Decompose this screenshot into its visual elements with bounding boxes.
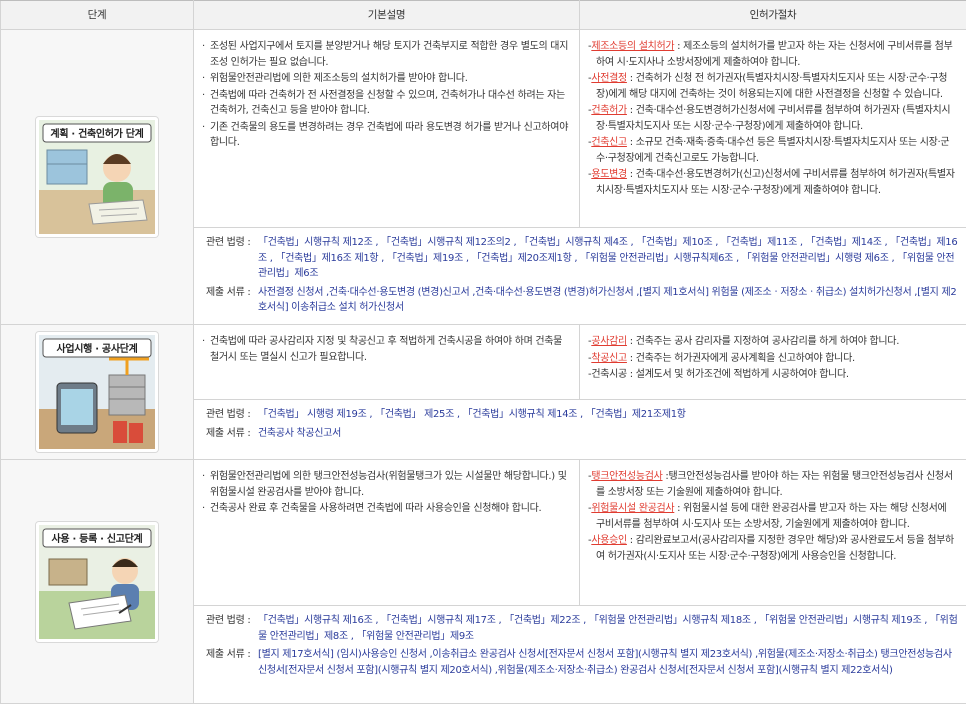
procedure-item: -사전결정 : 건축허가 신청 전 허가권자(특별자치시장·특별자치도지사 또는… xyxy=(588,73,948,100)
stage-illustration-planning: 계획 · 건축인허가 단계 xyxy=(36,117,158,237)
stage-label: 사용 · 등록 · 신고단계 xyxy=(52,532,143,545)
procedure-link[interactable]: 제조소등의 설치허가 xyxy=(591,41,674,52)
related-laws-value[interactable]: 「건축법」시행규칙 제12조 , 「건축법」시행규칙 제12조의2 , 「건축법… xyxy=(258,235,958,282)
procedure-link[interactable]: 탱크안전성능검사 xyxy=(591,471,663,482)
permit-procedure-table: 단계 기본설명 인허가절차 계획 · 건축인허가 단계 · 조성된 사업지구에서… xyxy=(0,0,966,704)
header-permit-procedure: 인허가절차 xyxy=(579,0,966,30)
related-laws-label: 관련 법령 : xyxy=(206,409,251,420)
description-item: 건축공사 완료 후 건축물을 사용하려면 건축법에 따라 사용승인을 신청해야 … xyxy=(202,501,571,517)
procedure-link[interactable]: 공사감리 xyxy=(591,336,627,347)
procedure-item: -건축신고 : 소규모 건축·재축·증축·대수선 등은 특별자치시장·특별자치도… xyxy=(588,137,950,164)
stage-label: 사업시행 · 공사단계 xyxy=(56,342,137,355)
procedure-link[interactable]: 사전결정 xyxy=(591,73,627,84)
required-documents-label: 제출 서류 : xyxy=(206,286,251,298)
stage-row-planning: 계획 · 건축인허가 단계 조성된 사업지구에서 토지를 분양받거나 해당 토지… xyxy=(0,29,966,325)
stage-cell: 사업시행 · 공사단계 xyxy=(0,324,194,460)
stage-cell: 사용 · 등록 · 신고단계 xyxy=(0,459,194,704)
stage-illustration-construction: 사업시행 · 공사단계 xyxy=(36,332,158,452)
related-laws-label: 관련 법령 : xyxy=(206,237,251,248)
stage-row-construction: 사업시행 · 공사단계 건축법에 따라 공사감리자 지정 및 착공신고 후 적법… xyxy=(0,324,966,460)
procedure-link[interactable]: 착공신고 xyxy=(591,353,627,364)
procedure-item: -건축허가 : 건축·대수선·용도변경허가신청서에 구비서류를 첨부하여 허가권… xyxy=(588,105,951,132)
required-documents-value[interactable]: [별지 제17호서식] (임시)사용승인 신청서 ,이송취급소 완공검사 신청서… xyxy=(258,647,958,678)
related-laws-value[interactable]: 「건축법」 시행령 제19조 , 「건축법」 제25조 , 「건축법」시행규칙 … xyxy=(258,407,958,423)
procedure-cell: -제조소등의 설치허가 : 제조소등의 설치허가를 받고자 하는 자는 신청서에… xyxy=(579,29,966,228)
procedure-item: -공사감리 : 건축주는 공사 감리자를 지정하여 공사감리를 하게 하여야 합… xyxy=(588,336,900,347)
procedure-cell: -공사감리 : 건축주는 공사 감리자를 지정하여 공사감리를 하게 하여야 합… xyxy=(579,324,966,400)
procedure-link[interactable]: 사용승인 xyxy=(591,535,627,546)
procedure-link[interactable]: 건축신고 xyxy=(591,137,627,148)
related-info-cell: 관련 법령 : 「건축법」시행규칙 제16조 , 「건축법」시행규칙 제17조 … xyxy=(193,605,966,704)
basic-description-cell: 위험물안전관리법에 의한 탱크안전성능검사(위험물탱크가 있는 시설물만 해당합… xyxy=(193,459,580,606)
procedure-item: -탱크안전성능검사 :탱크안전성능검사를 받아야 하는 자는 위험물 탱크안전성… xyxy=(588,471,953,498)
procedure-item: -건축시공 : 설계도서 및 허가조건에 적법하게 시공하여야 합니다. xyxy=(588,369,849,380)
description-item: 위험물안전관리법에 의한 제조소등의 설치허가를 받아야 합니다. xyxy=(202,71,571,87)
stage-label: 계획 · 건축인허가 단계 xyxy=(50,127,143,140)
required-documents-label: 제출 서류 : xyxy=(206,427,251,439)
description-item: 위험물안전관리법에 의한 탱크안전성능검사(위험물탱크가 있는 시설물만 해당합… xyxy=(202,469,571,500)
procedure-link[interactable]: 위험물시설 완공검사 xyxy=(591,503,674,514)
procedure-item: -위험물시설 완공검사 : 위험물시설 등에 대한 완공검사를 받고자 하는 자… xyxy=(588,503,947,530)
required-documents-value[interactable]: 사전결정 신청서 ,건축·대수선·용도변경 (변경)신고서 ,건축·대수선·용도… xyxy=(258,285,958,316)
header-basic-description: 기본설명 xyxy=(193,0,580,30)
stage-illustration-use: 사용 · 등록 · 신고단계 xyxy=(36,521,158,642)
procedure-cell: -탱크안전성능검사 :탱크안전성능검사를 받아야 하는 자는 위험물 탱크안전성… xyxy=(579,459,966,606)
required-documents-value[interactable]: 건축공사 착공신고서 xyxy=(258,426,958,442)
basic-description-cell: 조성된 사업지구에서 토지를 분양받거나 해당 토지가 건축부지로 적합한 경우… xyxy=(193,29,580,228)
description-item: 기존 건축물의 용도를 변경하려는 경우 건축법에 따라 용도변경 허가를 받거… xyxy=(202,120,571,151)
related-laws-value[interactable]: 「건축법」시행규칙 제16조 , 「건축법」시행규칙 제17조 , 「건축법」제… xyxy=(258,613,958,644)
header-stage: 단계 xyxy=(0,0,194,30)
procedure-item: -착공신고 : 건축주는 허가권자에게 공사계획을 신고하여야 합니다. xyxy=(588,352,855,364)
procedure-item: -제조소등의 설치허가 : 제조소등의 설치허가를 받고자 하는 자는 신청서에… xyxy=(588,41,953,68)
basic-description-cell: 건축법에 따라 공사감리자 지정 및 착공신고 후 적법하게 건축시공을 하여야… xyxy=(193,324,580,400)
related-info-cell: 관련 법령 : 「건축법」시행규칙 제12조 , 「건축법」시행규칙 제12조의… xyxy=(193,227,966,325)
description-item: 건축법에 따라 공사감리자 지정 및 착공신고 후 적법하게 건축시공을 하여야… xyxy=(202,334,571,365)
procedure-item: -용도변경 : 건축·대수선·용도변경허가(신고)신청서에 구비서류를 첨부하여… xyxy=(588,169,955,196)
related-info-cell: 관련 법령 : 「건축법」 시행령 제19조 , 「건축법」 제25조 , 「건… xyxy=(193,399,966,460)
required-documents-label: 제출 서류 : xyxy=(206,649,251,660)
stage-row-use-registration: 사용 · 등록 · 신고단계 위험물안전관리법에 의한 탱크안전성능검사(위험물… xyxy=(0,459,966,704)
stage-cell: 계획 · 건축인허가 단계 xyxy=(0,29,194,325)
procedure-link[interactable]: 건축허가 xyxy=(591,105,627,116)
description-item: 조성된 사업지구에서 토지를 분양받거나 해당 토지가 건축부지로 적합한 경우… xyxy=(202,39,571,70)
related-laws-label: 관련 법령 : xyxy=(206,615,251,626)
procedure-link[interactable]: 용도변경 xyxy=(591,169,627,180)
procedure-item: -사용승인 : 감리완료보고서(공사감리자를 지정한 경우만 해당)와 공사완료… xyxy=(588,535,954,562)
description-item: 건축법에 따라 건축허가 전 사전결정을 신청할 수 있으며, 건축허가나 대수… xyxy=(202,88,571,119)
